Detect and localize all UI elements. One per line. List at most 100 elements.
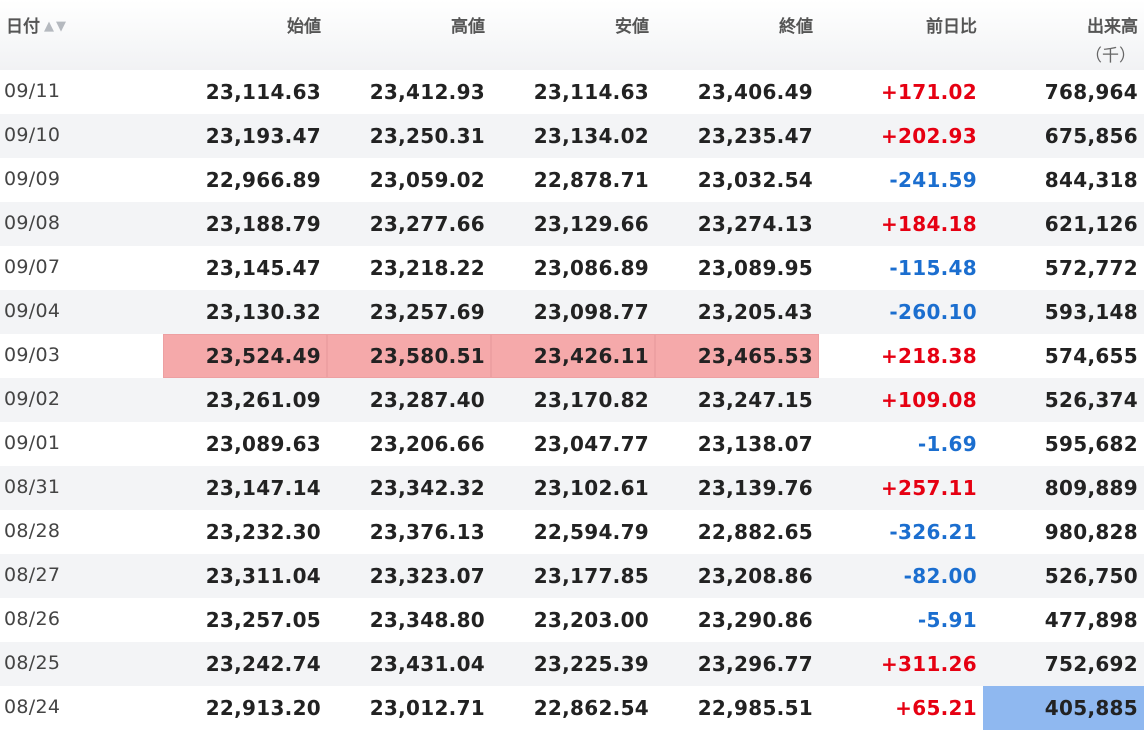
cell-volume: 809,889 — [1044, 476, 1138, 500]
cell-low: 23,086.89 — [533, 256, 649, 280]
cell-date: 09/11 — [4, 80, 61, 102]
cell-date: 09/07 — [4, 256, 61, 278]
cell-date: 09/10 — [4, 124, 61, 146]
cell-high: 23,206.66 — [369, 432, 485, 456]
cell-open: 23,130.32 — [205, 300, 321, 324]
cell-volume: 844,318 — [1044, 168, 1138, 192]
cell-open: 23,145.47 — [205, 256, 321, 280]
cell-open: 23,193.47 — [205, 124, 321, 148]
cell-open: 23,188.79 — [205, 212, 321, 236]
cell-high: 23,376.13 — [369, 520, 485, 544]
table-row: 08/25 23,242.74 23,431.04 23,225.39 23,296.7… — [0, 642, 1144, 686]
column-header-volume: 出来高 （千） — [983, 0, 1144, 70]
cell-open: 22,966.89 — [205, 168, 321, 192]
cell-change: +171.02 — [880, 80, 977, 104]
cell-low: 23,102.61 — [533, 476, 649, 500]
column-header-close: 終値 — [779, 17, 813, 37]
cell-change: -82.00 — [903, 564, 977, 588]
cell-close: 23,089.95 — [697, 256, 813, 280]
cell-date: 08/24 — [4, 696, 61, 718]
cell-high: 23,287.40 — [369, 388, 485, 412]
table-row: 08/27 23,311.04 23,323.07 23,177.85 23,208.8… — [0, 554, 1144, 598]
cell-volume: 675,856 — [1044, 124, 1138, 148]
table-row: 08/28 23,232.30 23,376.13 22,594.79 22,882.6… — [0, 510, 1144, 554]
cell-low: 23,177.85 — [533, 564, 649, 588]
cell-change: +311.26 — [880, 652, 977, 676]
cell-date: 09/02 — [4, 388, 61, 410]
cell-close: 23,205.43 — [697, 300, 813, 324]
cell-open: 23,089.63 — [205, 432, 321, 456]
cell-close: 23,406.49 — [697, 80, 813, 104]
table-row: 09/11 23,114.63 23,412.93 23,114.63 23,406.4… — [0, 70, 1144, 114]
cell-volume: 526,750 — [1044, 564, 1138, 588]
cell-close: 23,290.86 — [697, 608, 813, 632]
column-header-date[interactable]: 日付 ▲▼ — [0, 0, 163, 70]
cell-open: 23,261.09 — [205, 388, 321, 412]
cell-volume: 768,964 — [1044, 80, 1138, 104]
cell-close: 22,985.51 — [697, 696, 813, 720]
table-row: 08/24 22,913.20 23,012.71 22,862.54 22,985.5… — [0, 686, 1144, 730]
cell-close: 23,208.86 — [697, 564, 813, 588]
cell-date: 08/28 — [4, 520, 61, 542]
cell-close: 23,139.76 — [697, 476, 813, 500]
cell-change: -5.91 — [917, 608, 977, 632]
sort-ascending-icon[interactable]: ▲ — [44, 19, 56, 34]
cell-volume: 593,148 — [1044, 300, 1138, 324]
cell-low: 23,203.00 — [533, 608, 649, 632]
cell-low: 23,047.77 — [533, 432, 649, 456]
cell-date: 08/26 — [4, 608, 61, 630]
cell-open: 22,913.20 — [205, 696, 321, 720]
cell-change: -241.59 — [889, 168, 977, 192]
cell-low: 23,225.39 — [533, 652, 649, 676]
cell-change: +109.08 — [880, 388, 977, 412]
cell-close: 23,296.77 — [697, 652, 813, 676]
column-header-low: 安値 — [615, 17, 649, 37]
cell-change: -115.48 — [889, 256, 977, 280]
cell-open: 23,311.04 — [205, 564, 321, 588]
column-header-open: 始値 — [287, 17, 321, 37]
cell-high: 23,342.32 — [369, 476, 485, 500]
cell-low: 23,426.11 — [491, 334, 655, 378]
column-header-date-label: 日付 — [6, 17, 40, 37]
cell-close: 23,138.07 — [697, 432, 813, 456]
cell-date: 09/04 — [4, 300, 61, 322]
price-history-table: 日付 ▲▼ 始値 高値 安値 終値 前日比 出来高 （千） 09/11 23,114… — [0, 0, 1144, 730]
column-header-high: 高値 — [451, 17, 485, 37]
cell-date: 09/09 — [4, 168, 61, 190]
table-row: 09/04 23,130.32 23,257.69 23,098.77 23,205.4… — [0, 290, 1144, 334]
table-row: 09/03 23,524.49 23,580.51 23,426.11 23,465.5… — [0, 334, 1144, 378]
sort-icons[interactable]: ▲▼ — [44, 19, 68, 34]
column-header-volume-label: 出来高 — [1087, 17, 1138, 37]
cell-high: 23,323.07 — [369, 564, 485, 588]
cell-low: 22,862.54 — [533, 696, 649, 720]
table-row: 09/08 23,188.79 23,277.66 23,129.66 23,274.1… — [0, 202, 1144, 246]
cell-volume: 572,772 — [1044, 256, 1138, 280]
cell-high: 23,257.69 — [369, 300, 485, 324]
cell-volume: 477,898 — [1044, 608, 1138, 632]
cell-volume: 526,374 — [1044, 388, 1138, 412]
cell-open: 23,257.05 — [205, 608, 321, 632]
cell-high: 23,012.71 — [369, 696, 485, 720]
table-row: 09/10 23,193.47 23,250.31 23,134.02 23,235.4… — [0, 114, 1144, 158]
cell-low: 23,098.77 — [533, 300, 649, 324]
cell-volume: 405,885 — [983, 686, 1144, 730]
cell-date: 09/01 — [4, 432, 61, 454]
table-row: 08/26 23,257.05 23,348.80 23,203.00 23,290.8… — [0, 598, 1144, 642]
cell-change: -260.10 — [889, 300, 977, 324]
volume-unit-label: （千） — [1085, 46, 1136, 66]
table-row: 08/31 23,147.14 23,342.32 23,102.61 23,139.7… — [0, 466, 1144, 510]
cell-close: 23,247.15 — [697, 388, 813, 412]
cell-low: 23,134.02 — [533, 124, 649, 148]
cell-high: 23,412.93 — [369, 80, 485, 104]
cell-high: 23,218.22 — [369, 256, 485, 280]
cell-date: 09/08 — [4, 212, 61, 234]
cell-high: 23,059.02 — [369, 168, 485, 192]
cell-close: 23,032.54 — [697, 168, 813, 192]
sort-descending-icon[interactable]: ▼ — [56, 19, 68, 34]
cell-high: 23,277.66 — [369, 212, 485, 236]
cell-change: +202.93 — [880, 124, 977, 148]
table-row: 09/01 23,089.63 23,206.66 23,047.77 23,138.0… — [0, 422, 1144, 466]
cell-low: 22,878.71 — [533, 168, 649, 192]
table-header: 日付 ▲▼ 始値 高値 安値 終値 前日比 出来高 （千） — [0, 0, 1144, 70]
cell-close: 23,235.47 — [697, 124, 813, 148]
